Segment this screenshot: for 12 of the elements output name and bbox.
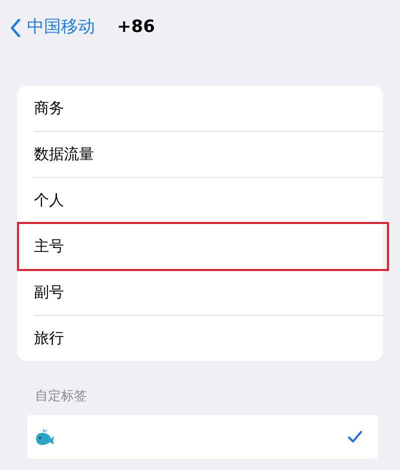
- label-option[interactable]: 商务: [17, 86, 383, 131]
- nav-title: +86: [117, 16, 155, 40]
- whale-icon: [35, 428, 55, 446]
- back-chevron-icon: [10, 19, 21, 37]
- label-option[interactable]: 数据流量: [17, 132, 383, 177]
- section-header: 自定标签: [35, 388, 87, 406]
- back-button[interactable]: 中国移动: [10, 15, 95, 41]
- custom-label-option[interactable]: [27, 414, 378, 458]
- label-option[interactable]: 副号: [17, 270, 383, 315]
- label-option[interactable]: 主号: [17, 224, 383, 269]
- label-option[interactable]: 个人: [17, 178, 383, 223]
- label-option[interactable]: 旅行: [17, 316, 383, 361]
